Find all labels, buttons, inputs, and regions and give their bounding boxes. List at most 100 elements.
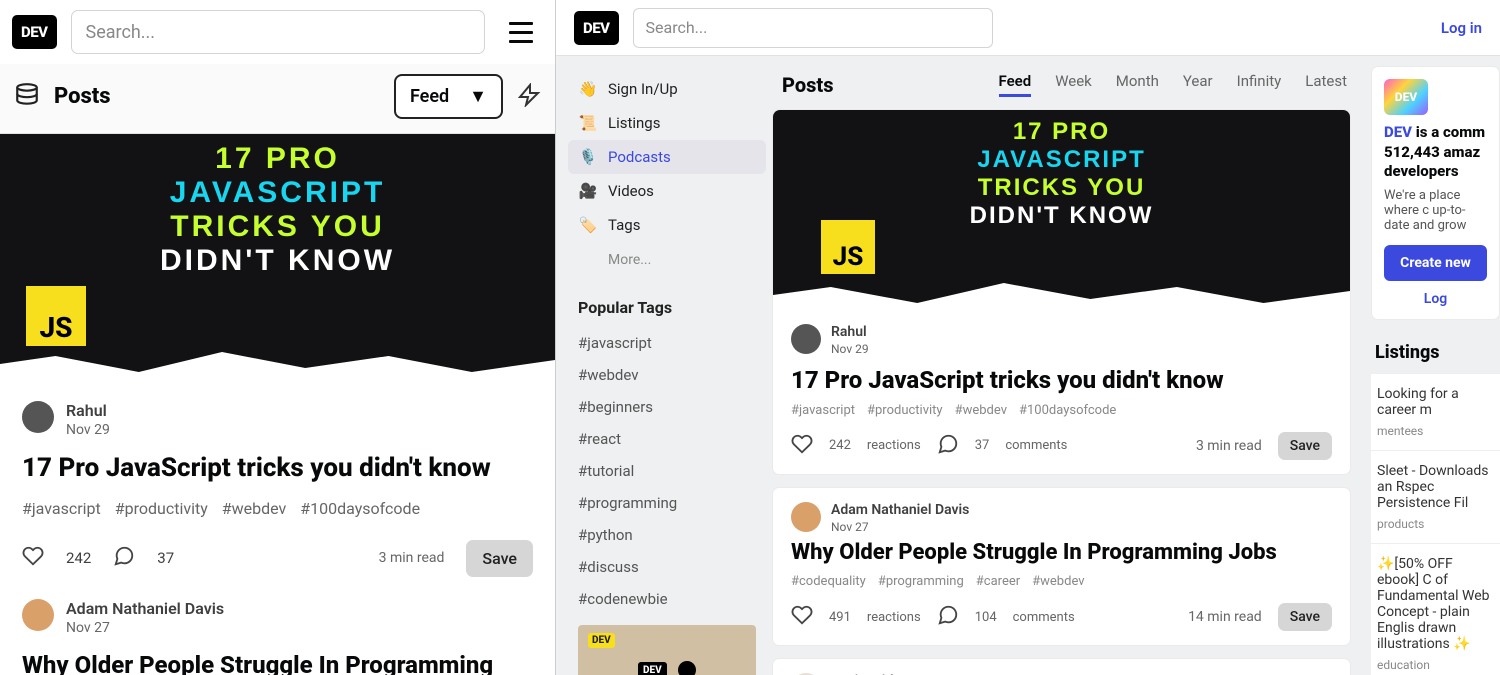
sidebar-thumbnail[interactable]: DEV DEV [578, 625, 756, 675]
filter-infinity[interactable]: Infinity [1237, 72, 1282, 97]
avatar[interactable] [22, 599, 54, 631]
post-title[interactable]: 17 Pro JavaScript tricks you didn't know [22, 452, 533, 485]
main-column: Posts Feed Week Month Year Infinity Late… [766, 66, 1365, 675]
filter-week[interactable]: Week [1055, 72, 1092, 97]
search-input[interactable]: Search... [71, 10, 485, 54]
tag[interactable]: #productivity [867, 403, 943, 418]
heart-icon[interactable] [791, 433, 813, 459]
filter-latest[interactable]: Latest [1305, 72, 1347, 97]
tag[interactable]: #productivity [115, 499, 208, 518]
avatar[interactable] [791, 324, 821, 354]
tag[interactable]: #career [976, 574, 1020, 589]
promo-text: is a comm [1412, 123, 1485, 141]
popular-tag[interactable]: #codenewbie [568, 583, 766, 615]
main-title: Posts [782, 73, 833, 97]
post-hero-image[interactable]: 17 PRO JAVASCRIPT TRICKS YOU DIDN'T KNOW… [773, 110, 1350, 310]
hero-line2: JAVASCRIPT [0, 176, 555, 210]
tag[interactable]: #javascript [791, 403, 855, 418]
author-name[interactable]: Adam Nathaniel Davis [66, 599, 224, 618]
hero-line3: TRICKS YOU [0, 210, 555, 244]
listing-item[interactable]: ✨[50% OFF ebook] C of Fundamental Web Co… [1371, 543, 1500, 675]
mic-icon: 🎙️ [578, 148, 598, 166]
filter-month[interactable]: Month [1116, 72, 1159, 97]
save-button[interactable]: Save [466, 540, 533, 577]
author-name[interactable]: Rahul [66, 401, 110, 420]
comments-label: comments [1005, 438, 1067, 453]
mobile-feed: 17 PRO JAVASCRIPT TRICKS YOU DIDN'T KNOW… [0, 134, 555, 675]
comments-count: 37 [975, 438, 990, 453]
dev-rainbow-logo: DEV [1384, 79, 1428, 115]
post-meta: 491 reactions 104 comments 14 min read S… [791, 603, 1332, 631]
post-meta: 242 37 3 min read Save [22, 540, 533, 577]
comment-icon[interactable] [937, 604, 959, 630]
mobile-header: DEV Search... [0, 0, 555, 64]
tag[interactable]: #webdev [1032, 574, 1084, 589]
listing-text: ✨[50% OFF ebook] C of Fundamental Web Co… [1377, 556, 1494, 652]
reactions-count: 242 [66, 549, 91, 567]
login-link[interactable]: Log [1384, 291, 1487, 307]
comment-icon[interactable] [937, 433, 959, 459]
sidebar-item-podcasts[interactable]: 🎙️ Podcasts [568, 140, 766, 174]
sidebar-item-signin[interactable]: 👋 Sign In/Up [568, 72, 766, 106]
avatar[interactable] [22, 401, 54, 433]
bolt-icon[interactable] [517, 83, 541, 111]
author-name[interactable]: Adam Nathaniel Davis [831, 502, 969, 518]
create-account-button[interactable]: Create new [1384, 245, 1487, 281]
desktop-body: 👋 Sign In/Up 📜 Listings 🎙️ Podcasts 🎥 Vi… [556, 56, 1500, 675]
dev-logo[interactable]: DEV [12, 15, 57, 49]
avatar[interactable] [791, 502, 821, 532]
tag[interactable]: #javascript [22, 499, 101, 518]
popular-tag[interactable]: #javascript [568, 327, 766, 359]
popular-tag[interactable]: #programming [568, 487, 766, 519]
hero-line3: TRICKS YOU [773, 174, 1350, 202]
promo-text: developers [1384, 162, 1487, 182]
sidebar-more[interactable]: More... [568, 242, 766, 278]
listing-category: education [1377, 658, 1494, 672]
popular-tag[interactable]: #react [568, 423, 766, 455]
desktop-header: DEV Search... Log in [556, 0, 1500, 56]
search-input[interactable]: Search... [633, 8, 993, 48]
wave-icon: 👋 [578, 80, 598, 98]
listing-text: Looking for a career m [1377, 386, 1494, 418]
post-title[interactable]: 17 Pro JavaScript tricks you didn't know [791, 366, 1332, 395]
sidebar-item-listings[interactable]: 📜 Listings [568, 106, 766, 140]
filter-feed[interactable]: Feed [999, 72, 1032, 97]
popular-tag[interactable]: #webdev [568, 359, 766, 391]
feed-dropdown[interactable]: Feed ▼ [394, 74, 503, 119]
mobile-subheader: Posts Feed ▼ [0, 64, 555, 134]
filter-tabs: Feed Week Month Year Infinity Latest [999, 72, 1348, 97]
comment-icon[interactable] [113, 545, 135, 571]
post-tags: #codequality #programming #career #webde… [791, 574, 1332, 589]
tag[interactable]: #100daysofcode [1019, 403, 1116, 418]
sidebar-item-tags[interactable]: 🏷️ Tags [568, 208, 766, 242]
author-name[interactable]: Rahul [831, 324, 869, 340]
tag[interactable]: #webdev [222, 499, 287, 518]
login-link[interactable]: Log in [1441, 19, 1482, 37]
save-button[interactable]: Save [1278, 603, 1332, 631]
dev-logo[interactable]: DEV [574, 11, 619, 45]
hamburger-icon[interactable] [499, 10, 543, 54]
post-title[interactable]: Why Older People Struggle In Programming… [22, 650, 533, 675]
heart-icon[interactable] [22, 545, 44, 571]
tag[interactable]: #webdev [955, 403, 1007, 418]
tag[interactable]: #codequality [791, 574, 866, 589]
filter-year[interactable]: Year [1183, 72, 1213, 97]
listing-item[interactable]: Sleet - Downloads an Rspec Persistence F… [1371, 450, 1500, 543]
post-hero-image[interactable]: 17 PRO JAVASCRIPT TRICKS YOU DIDN'T KNOW… [0, 134, 555, 379]
sidebar-item-label: Videos [608, 182, 654, 200]
listing-item[interactable]: Looking for a career m mentees [1371, 373, 1500, 450]
save-button[interactable]: Save [1278, 432, 1332, 460]
popular-tag[interactable]: #tutorial [568, 455, 766, 487]
promo-text: 512,443 amaz [1384, 143, 1487, 163]
popular-tag[interactable]: #discuss [568, 551, 766, 583]
popular-tag[interactable]: #python [568, 519, 766, 551]
post-card: Devin Witherspoon Nov 29 Stop Using "dat… [772, 658, 1351, 675]
scroll-icon: 📜 [578, 114, 598, 132]
sidebar-item-videos[interactable]: 🎥 Videos [568, 174, 766, 208]
camera-icon: 🎥 [578, 182, 598, 200]
tag[interactable]: #100daysofcode [300, 499, 420, 518]
popular-tag[interactable]: #beginners [568, 391, 766, 423]
post-title[interactable]: Why Older People Struggle In Programming… [791, 540, 1332, 566]
tag[interactable]: #programming [878, 574, 964, 589]
heart-icon[interactable] [791, 604, 813, 630]
